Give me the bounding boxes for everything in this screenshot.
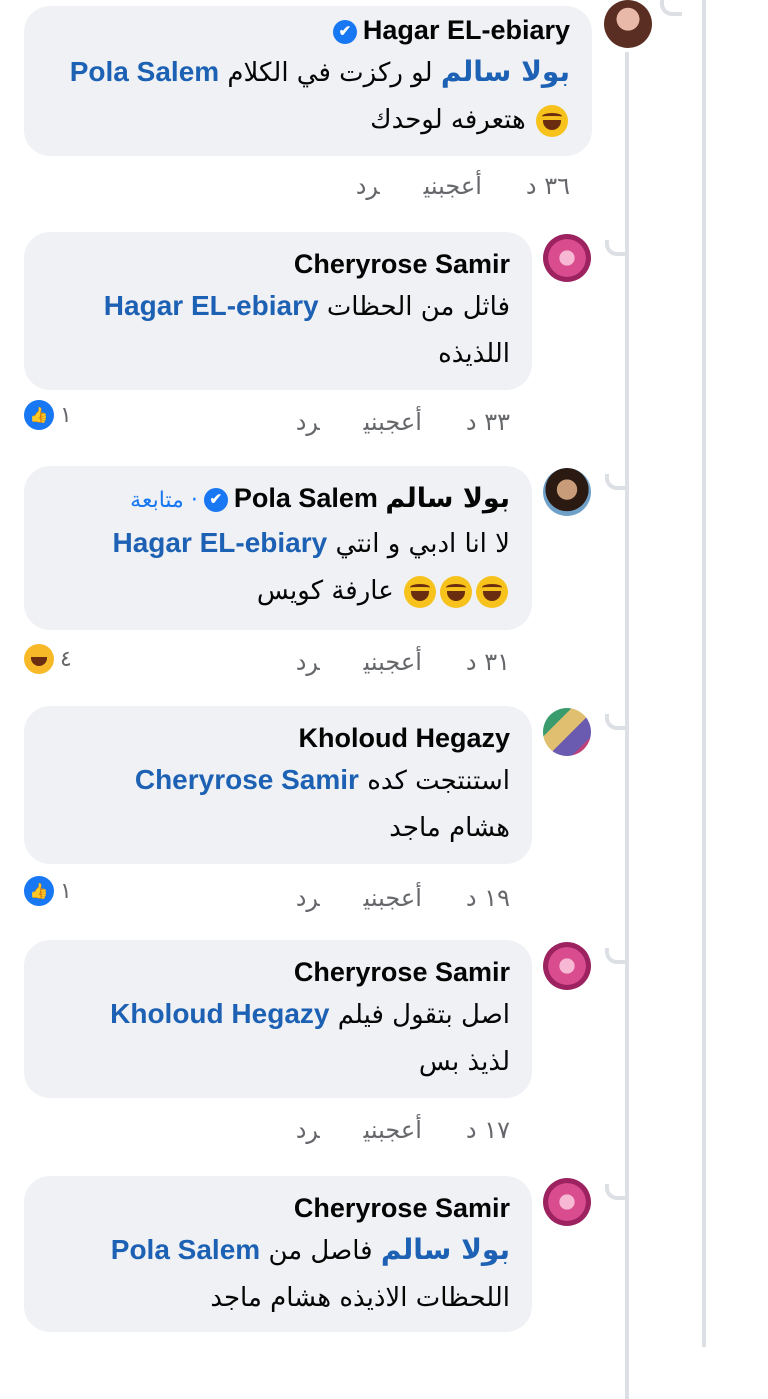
comment-bubble: بولا سالم Pola Salem✔· متابعة لا انا ادب… bbox=[24, 466, 532, 630]
comment-bubble: Kholoud Hegazy استنتجت كده Cheryrose Sam… bbox=[24, 706, 532, 864]
comment-author[interactable]: Kholoud Hegazy bbox=[46, 720, 510, 756]
reply-button[interactable]: رد bbox=[296, 1116, 320, 1144]
avatar[interactable] bbox=[604, 0, 652, 48]
laughing-emoji-icon bbox=[404, 575, 436, 608]
mention-link[interactable]: Pola Salem bbox=[111, 1234, 260, 1265]
thread-connector bbox=[605, 948, 627, 964]
mention-link[interactable]: بولا سالم bbox=[381, 1233, 510, 1266]
like-button[interactable]: أعجبني bbox=[364, 884, 422, 912]
comment-author[interactable]: بولا سالم Pola Salem✔· متابعة bbox=[46, 480, 510, 519]
comment-actions: ١٧ د أعجبني رد bbox=[252, 1116, 510, 1144]
comment-text: اصل بتقول فيلم Kholoud Hegazy لذيذ بس bbox=[110, 998, 510, 1077]
comment-time[interactable]: ١٧ د bbox=[466, 1116, 510, 1144]
verified-badge-icon: ✔ bbox=[203, 487, 228, 512]
comment-text: بولا سالم فاصل من Pola Salem اللحظات الا… bbox=[110, 1233, 510, 1313]
reaction-summary[interactable]: 👍 ١ bbox=[24, 876, 72, 906]
mention-link[interactable]: Pola Salem bbox=[70, 56, 219, 87]
comment-actions: ٣٦ د أعجبني رد bbox=[312, 172, 570, 200]
comment-author[interactable]: Hagar EL-ebiary✔ bbox=[46, 12, 570, 48]
haha-reaction-icon bbox=[24, 644, 54, 674]
reply-button[interactable]: رد bbox=[296, 408, 320, 436]
thread-connector bbox=[605, 240, 627, 256]
comment-bubble: Cheryrose Samir فاثل من الحظات Hagar EL-… bbox=[24, 232, 532, 390]
like-button[interactable]: أعجبني bbox=[424, 172, 482, 200]
like-button[interactable]: أعجبني bbox=[364, 408, 422, 436]
thread-connector bbox=[605, 1184, 627, 1200]
like-button[interactable]: أعجبني bbox=[364, 648, 422, 676]
comment-text: استنتجت كده Cheryrose Samir هشام ماجد bbox=[134, 764, 510, 843]
avatar[interactable] bbox=[543, 234, 591, 282]
mention-link[interactable]: بولا سالم bbox=[441, 55, 570, 88]
comment-author[interactable]: Cheryrose Samir bbox=[46, 246, 510, 282]
comment-time[interactable]: ٣١ د bbox=[466, 648, 510, 676]
thread-line-outer bbox=[702, 0, 706, 1347]
comment-bubble: Hagar EL-ebiary✔ بولا سالم لو ركزت في ال… bbox=[24, 6, 592, 156]
thread-connector bbox=[605, 474, 627, 490]
comment-time[interactable]: ١٩ د bbox=[466, 884, 510, 912]
comment-text: بولا سالم لو ركزت في الكلام Pola Salem ه… bbox=[69, 55, 570, 137]
reaction-count: ١ bbox=[60, 878, 72, 904]
avatar[interactable] bbox=[543, 942, 591, 990]
thread-connector bbox=[660, 0, 682, 16]
comment-bubble: Cheryrose Samir بولا سالم فاصل من Pola S… bbox=[24, 1176, 532, 1332]
avatar[interactable] bbox=[543, 1178, 591, 1226]
like-reaction-icon: 👍 bbox=[24, 876, 54, 906]
reply-button[interactable]: رد bbox=[356, 172, 380, 200]
reply-button[interactable]: رد bbox=[296, 884, 320, 912]
thread-connector bbox=[605, 714, 627, 730]
comment-time[interactable]: ٣٦ د bbox=[526, 172, 570, 200]
verified-badge-icon: ✔ bbox=[332, 19, 357, 44]
laughing-emoji-icon bbox=[440, 575, 472, 608]
like-reaction-icon: 👍 bbox=[24, 400, 54, 430]
reaction-count: ٤ bbox=[60, 646, 72, 672]
comment-bubble: Cheryrose Samir اصل بتقول فيلم Kholoud H… bbox=[24, 940, 532, 1098]
laughing-emoji-icon bbox=[476, 575, 508, 608]
reaction-summary[interactable]: ٤ bbox=[24, 644, 72, 674]
comment-author[interactable]: Cheryrose Samir bbox=[46, 954, 510, 990]
mention-link[interactable]: Kholoud Hegazy bbox=[110, 998, 329, 1029]
comment-actions: ٣٣ د أعجبني رد bbox=[252, 408, 510, 436]
avatar[interactable] bbox=[543, 708, 591, 756]
comment-text: فاثل من الحظات Hagar EL-ebiary اللذيذه bbox=[103, 290, 510, 369]
comment-text: لا انا ادبي و انتي Hagar EL-ebiary عارفة… bbox=[112, 527, 510, 608]
mention-link[interactable]: Cheryrose Samir bbox=[135, 764, 359, 795]
reaction-count: ١ bbox=[60, 402, 72, 428]
like-button[interactable]: أعجبني bbox=[364, 1116, 422, 1144]
mention-link[interactable]: Hagar EL-ebiary bbox=[104, 290, 319, 321]
comment-time[interactable]: ٣٣ د bbox=[466, 408, 510, 436]
mention-link[interactable]: Hagar EL-ebiary bbox=[112, 527, 327, 558]
laughing-emoji-icon bbox=[536, 104, 568, 137]
comment-actions: ١٩ د أعجبني رد bbox=[252, 884, 510, 912]
follow-link[interactable]: · متابعة bbox=[130, 488, 198, 513]
reaction-summary[interactable]: 👍 ١ bbox=[24, 400, 72, 430]
avatar[interactable] bbox=[543, 468, 591, 516]
comment-author[interactable]: Cheryrose Samir bbox=[46, 1190, 510, 1226]
comment-actions: ٣١ د أعجبني رد bbox=[252, 648, 510, 676]
reply-button[interactable]: رد bbox=[296, 648, 320, 676]
